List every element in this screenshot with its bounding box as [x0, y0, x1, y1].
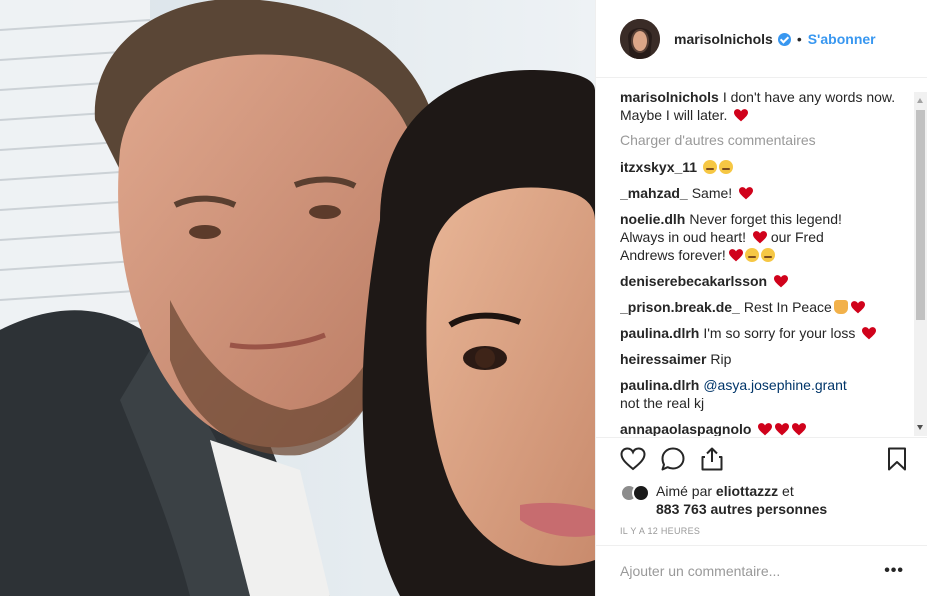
- comment-text: not the real kj: [620, 395, 705, 411]
- caption-username[interactable]: marisolnichols: [620, 89, 719, 105]
- crying-emoji-icon: [703, 160, 718, 174]
- comment-username[interactable]: annapaolaspagnolo: [620, 421, 751, 436]
- comment-username[interactable]: noelie.dlh: [620, 211, 685, 227]
- comments-scrollbar[interactable]: [914, 92, 927, 436]
- follow-button[interactable]: S'abonner: [808, 31, 876, 47]
- red-heart-icon: [862, 327, 877, 340]
- liker-avatar[interactable]: [632, 484, 650, 502]
- header-username[interactable]: marisolnichols: [674, 31, 773, 47]
- comment-item: itzxskyx_11: [620, 156, 910, 178]
- comment-bubble-icon[interactable]: [660, 446, 686, 472]
- comment-mention-link[interactable]: @asya.josephine.grant: [703, 377, 846, 393]
- likes-text: Aimé par eliottazzz et 883 763 autres pe…: [656, 482, 827, 518]
- crying-emoji-icon: [744, 248, 759, 262]
- separator-dot: •: [796, 30, 802, 47]
- comment-item: paulina.dlrh @asya.josephine.grant not the…: [620, 374, 910, 414]
- comment-text: Rest In Peace: [743, 299, 832, 315]
- comment-item: _mahzad_ Same!: [620, 182, 910, 204]
- likes-count[interactable]: 883 763 autres personnes: [656, 501, 827, 517]
- scrollbar-thumb[interactable]: [916, 110, 925, 320]
- post-side-panel: marisolnichols • S'abonner marisolnichol…: [595, 0, 927, 596]
- sad-emoji-icon: [719, 160, 734, 174]
- comment-item: noelie.dlh Never forget this legend! Alwa…: [620, 208, 910, 266]
- likes-prefix: Aimé par: [656, 483, 713, 499]
- red-heart-icon: [850, 301, 865, 314]
- selfie-image: [0, 0, 595, 596]
- avatar[interactable]: [620, 18, 660, 59]
- red-heart-icon: [775, 423, 790, 436]
- comments-list[interactable]: marisolnichols I don't have any words now…: [620, 88, 910, 436]
- post-photo[interactable]: [0, 0, 595, 596]
- comment-item: annapaolaspagnolo: [620, 418, 910, 436]
- comment-username[interactable]: deniserebecakarlsson: [620, 273, 767, 289]
- likes-summary: Aimé par eliottazzz et 883 763 autres pe…: [620, 482, 827, 518]
- comment-item: paulina.dlrh I'm so sorry for your loss: [620, 322, 910, 344]
- share-icon[interactable]: [699, 446, 725, 472]
- comment-text: Rip: [710, 351, 732, 367]
- post-timestamp[interactable]: Il y a 12 heures: [620, 526, 700, 536]
- save-bookmark-icon[interactable]: [884, 446, 910, 472]
- comment-text: Same!: [691, 185, 733, 201]
- comment-username[interactable]: _prison.break.de_: [620, 299, 740, 315]
- crying-emoji-icon: [760, 248, 775, 262]
- avatar-image: [620, 18, 660, 59]
- post-caption: marisolnichols I don't have any words now…: [620, 88, 900, 124]
- scroll-up-arrow-icon[interactable]: [917, 98, 923, 103]
- like-heart-icon[interactable]: [620, 446, 646, 472]
- more-options-icon[interactable]: •••: [884, 562, 904, 580]
- red-heart-icon: [792, 423, 807, 436]
- comment-item: heiressaimer Rip: [620, 348, 910, 370]
- red-heart-icon: [734, 109, 749, 122]
- red-heart-icon: [758, 423, 773, 436]
- post-header: marisolnichols • S'abonner: [596, 0, 927, 78]
- comment-item: deniserebecakarlsson: [620, 270, 910, 292]
- verified-badge-icon: [777, 33, 791, 46]
- red-heart-icon: [752, 231, 767, 244]
- comment-username[interactable]: paulina.dlrh: [620, 325, 699, 341]
- comment-text: I'm so sorry for your loss: [703, 325, 856, 341]
- red-heart-icon: [774, 275, 789, 288]
- comment-username[interactable]: itzxskyx_11: [620, 159, 697, 175]
- comment-username[interactable]: _mahzad_: [620, 185, 688, 201]
- add-comment-bar: Ajouter un commentaire... •••: [596, 545, 927, 596]
- red-heart-icon: [739, 187, 754, 200]
- likes-user[interactable]: eliottazzz: [716, 483, 778, 499]
- scroll-down-arrow-icon[interactable]: [917, 425, 923, 430]
- load-more-comments-button[interactable]: Charger d'autres commentaires: [620, 132, 910, 148]
- comment-username[interactable]: heiressaimer: [620, 351, 706, 367]
- add-comment-input[interactable]: Ajouter un commentaire...: [620, 563, 884, 579]
- post-actions-section: Aimé par eliottazzz et 883 763 autres pe…: [596, 437, 927, 541]
- red-heart-icon: [728, 249, 743, 262]
- likes-suffix: et: [782, 483, 794, 499]
- comment-item: _prison.break.de_ Rest In Peace: [620, 296, 910, 318]
- praying-hands-emoji-icon: [833, 300, 848, 314]
- comment-username[interactable]: paulina.dlrh: [620, 377, 699, 393]
